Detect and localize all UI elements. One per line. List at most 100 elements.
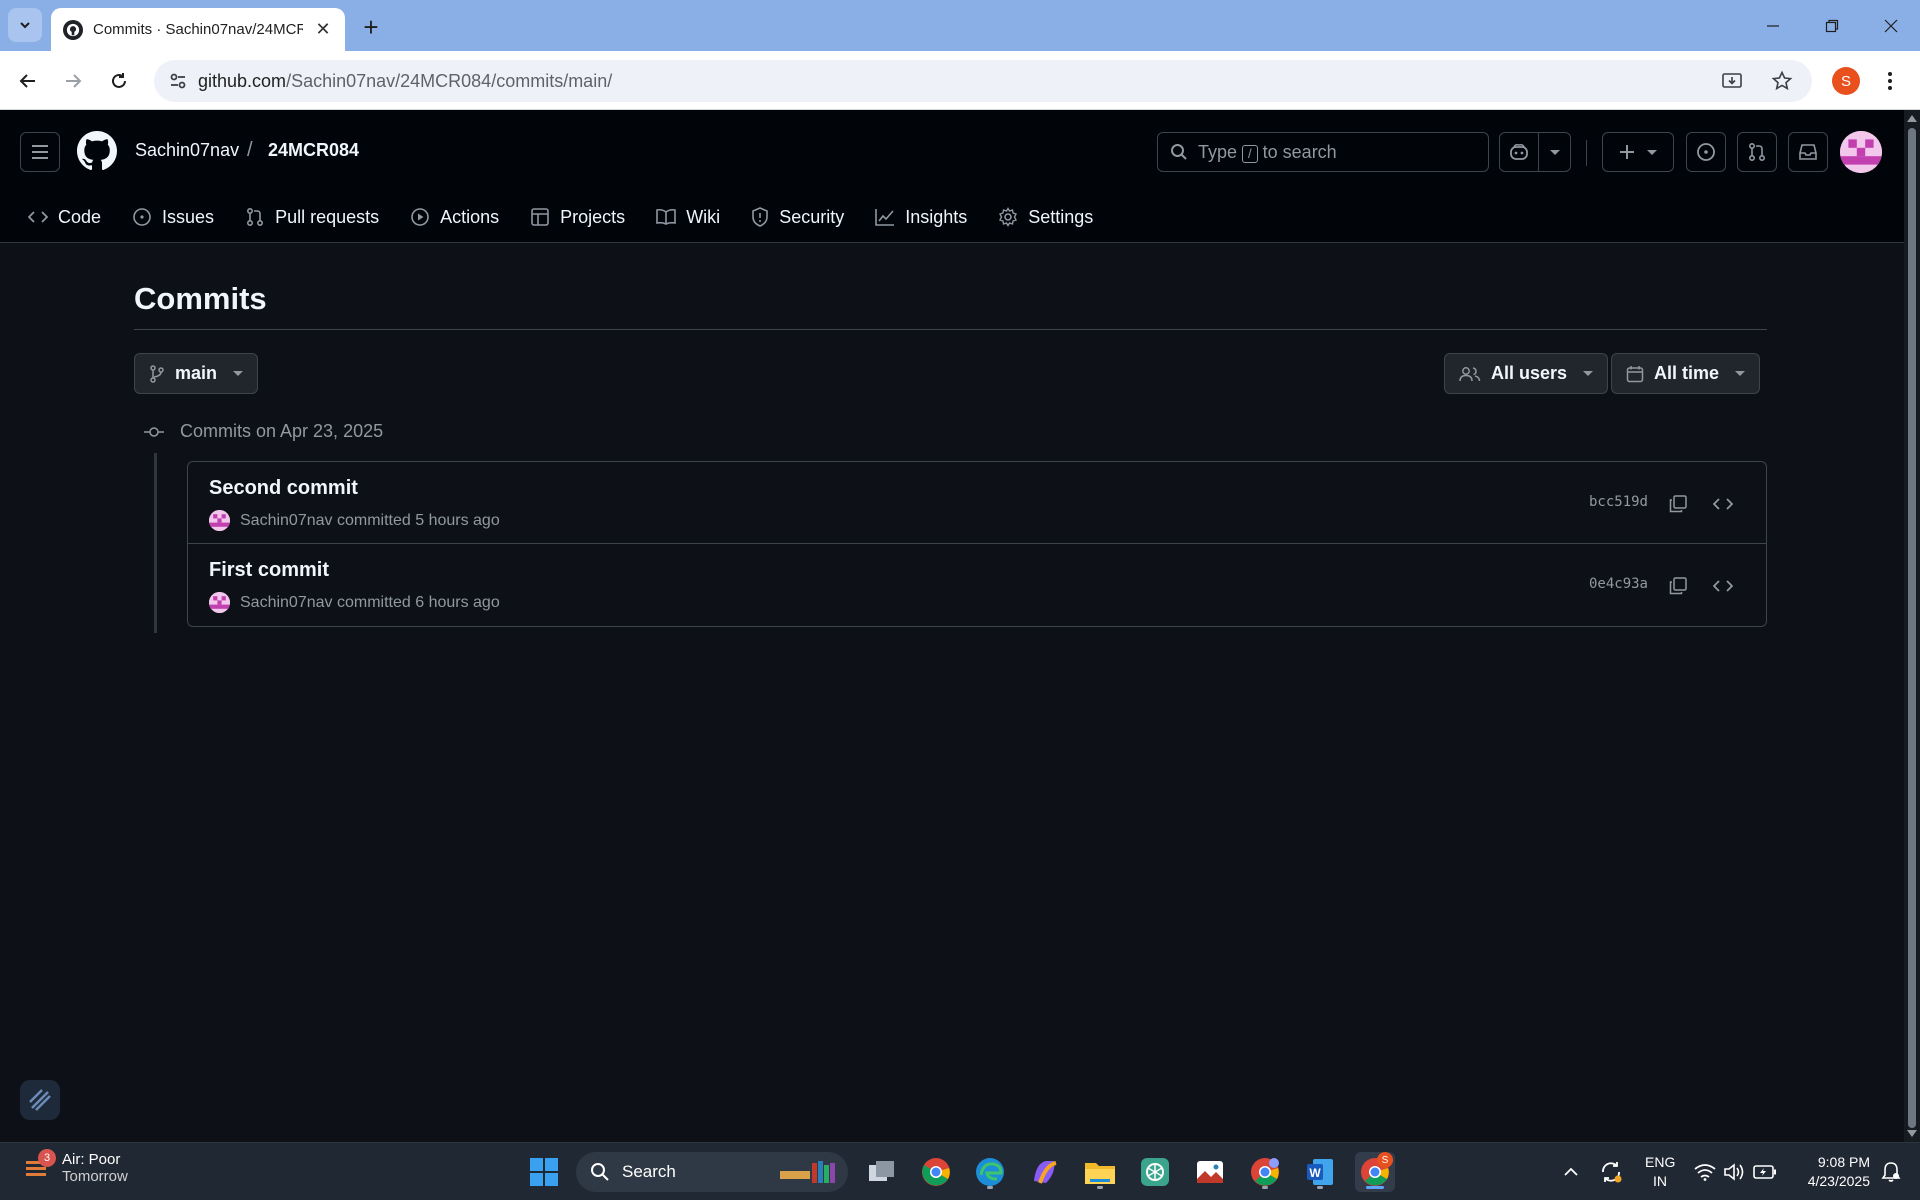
tab-wiki[interactable]: Wiki — [656, 207, 720, 228]
tab-security[interactable]: Security — [751, 207, 844, 228]
commit-author-link[interactable]: Sachin07nav — [240, 512, 333, 529]
chrome-profile-badge: S — [1377, 1152, 1393, 1168]
inbox-button[interactable] — [1788, 132, 1828, 172]
tab-search-button[interactable] — [8, 8, 42, 42]
chrome-profile-taskbar-button[interactable] — [1245, 1152, 1285, 1192]
commit-message-link[interactable]: First commit — [209, 559, 329, 582]
commit-list: Second commit Sachin07nav committed 5 ho… — [187, 461, 1767, 627]
scrollbar-thumb[interactable] — [1908, 128, 1916, 1128]
file-explorer-button[interactable] — [1080, 1152, 1120, 1192]
minimize-button[interactable] — [1744, 0, 1802, 51]
copilot-taskbar-button[interactable] — [1025, 1152, 1065, 1192]
search-icon — [591, 1163, 609, 1181]
identicon-avatar-icon — [209, 592, 230, 613]
issue-icon — [133, 208, 151, 226]
task-view-button[interactable] — [862, 1152, 902, 1192]
volume-status[interactable] — [1720, 1143, 1750, 1200]
global-menu-button[interactable] — [20, 132, 60, 172]
search-input[interactable]: Type / to search — [1157, 132, 1489, 172]
weather-widget[interactable]: 3 Air: Poor Tomorrow — [22, 1149, 128, 1185]
tab-code-label: Code — [58, 206, 102, 227]
chatgpt-taskbar-button[interactable] — [1135, 1152, 1175, 1192]
copy-sha-button[interactable] — [1663, 571, 1693, 601]
branch-selector[interactable]: main — [134, 353, 259, 394]
windows-logo-icon — [530, 1158, 558, 1186]
breadcrumb-repo[interactable]: 24MCR084 — [268, 140, 359, 161]
battery-status[interactable] — [1750, 1143, 1780, 1200]
tab-actions[interactable]: Actions — [410, 207, 499, 228]
forward-button[interactable] — [55, 63, 91, 99]
users-filter[interactable]: All users — [1444, 353, 1609, 394]
copy-sha-button[interactable] — [1663, 489, 1693, 519]
address-bar[interactable]: github.com/Sachin07nav/24MCR084/commits/… — [154, 60, 1812, 102]
tab-code[interactable]: Code — [28, 207, 101, 228]
browse-files-button[interactable] — [1708, 571, 1738, 601]
extension-floating-button[interactable] — [20, 1080, 60, 1120]
install-app-icon[interactable] — [1714, 60, 1750, 102]
browse-files-button[interactable] — [1708, 489, 1738, 519]
browser-tab-active[interactable]: Commits · Sachin07nav/24MCR084 ✕ — [51, 8, 345, 51]
scroll-up-icon[interactable] — [1907, 114, 1917, 122]
bell-icon — [1881, 1162, 1901, 1182]
start-button[interactable] — [524, 1152, 564, 1192]
tab-insights-label: Insights — [905, 206, 968, 227]
close-icon — [1884, 19, 1898, 32]
back-button[interactable] — [10, 63, 46, 99]
copilot-button[interactable] — [1499, 132, 1571, 172]
sync-status-button[interactable] — [1596, 1143, 1626, 1200]
identicon-avatar-icon — [1840, 131, 1882, 173]
author-avatar[interactable] — [209, 592, 230, 613]
language-indicator[interactable]: ENG IN — [1645, 1153, 1675, 1191]
github-logo-icon[interactable] — [77, 131, 117, 171]
calendar-icon — [1626, 365, 1644, 382]
word-taskbar-button[interactable]: W — [1300, 1152, 1340, 1192]
tab-projects[interactable]: Projects — [530, 207, 625, 228]
tab-issues[interactable]: Issues — [132, 207, 214, 228]
pull-requests-shortcut-button[interactable] — [1737, 132, 1777, 172]
copilot-caret-icon[interactable] — [1539, 149, 1570, 155]
user-avatar[interactable] — [1840, 131, 1882, 173]
close-window-button[interactable] — [1862, 0, 1920, 51]
author-avatar[interactable] — [209, 510, 230, 531]
chrome-taskbar-button[interactable] — [916, 1152, 956, 1192]
time-filter[interactable]: All time — [1611, 353, 1761, 394]
site-info-icon[interactable] — [158, 60, 198, 102]
photos-icon — [1197, 1161, 1223, 1183]
tab-settings[interactable]: Settings — [998, 207, 1093, 228]
reload-button[interactable] — [101, 63, 137, 99]
photos-taskbar-button[interactable] — [1190, 1152, 1230, 1192]
tab-close-icon[interactable]: ✕ — [313, 19, 333, 40]
restore-button[interactable] — [1803, 0, 1861, 51]
commit-meta: Sachin07nav committed 6 hours ago — [209, 592, 500, 613]
commit-author-line: Sachin07nav committed 5 hours ago — [240, 511, 500, 529]
url-text: github.com/Sachin07nav/24MCR084/commits/… — [198, 70, 613, 91]
commit-sha-link[interactable]: bcc519d — [1589, 494, 1648, 510]
plus-icon — [1620, 145, 1634, 159]
tab-pull-requests[interactable]: Pull requests — [245, 207, 379, 228]
wifi-status[interactable] — [1690, 1143, 1720, 1200]
notifications-button[interactable] — [1876, 1143, 1906, 1200]
taskbar-clock[interactable]: 9:08 PM 4/23/2025 — [1790, 1153, 1870, 1191]
reload-icon — [112, 73, 126, 88]
edge-taskbar-button[interactable] — [970, 1152, 1010, 1192]
taskbar-search[interactable]: Search — [576, 1152, 848, 1192]
breadcrumb-owner[interactable]: Sachin07nav — [135, 140, 239, 161]
code-icon — [1713, 498, 1733, 510]
commit-author-link[interactable]: Sachin07nav — [240, 594, 333, 611]
arrow-left-icon — [19, 74, 35, 88]
commit-message-link[interactable]: Second commit — [209, 477, 358, 500]
browser-menu-button[interactable] — [1876, 67, 1904, 95]
page-scrollbar[interactable] — [1904, 110, 1920, 1142]
running-indicator — [1317, 1186, 1323, 1189]
create-new-button[interactable] — [1602, 132, 1674, 172]
issues-shortcut-button[interactable] — [1686, 132, 1726, 172]
commit-sha-link[interactable]: 0e4c93a — [1589, 576, 1648, 592]
bookmark-star-icon[interactable] — [1764, 60, 1800, 102]
copilot-app-icon — [1034, 1161, 1057, 1184]
new-tab-button[interactable]: + — [356, 12, 386, 42]
browser-profile-avatar[interactable]: S — [1832, 67, 1860, 95]
scroll-down-icon[interactable] — [1907, 1130, 1917, 1138]
tray-overflow-button[interactable] — [1558, 1143, 1584, 1200]
tab-insights[interactable]: Insights — [875, 207, 967, 228]
chrome-active-taskbar-button[interactable]: S — [1355, 1152, 1395, 1192]
